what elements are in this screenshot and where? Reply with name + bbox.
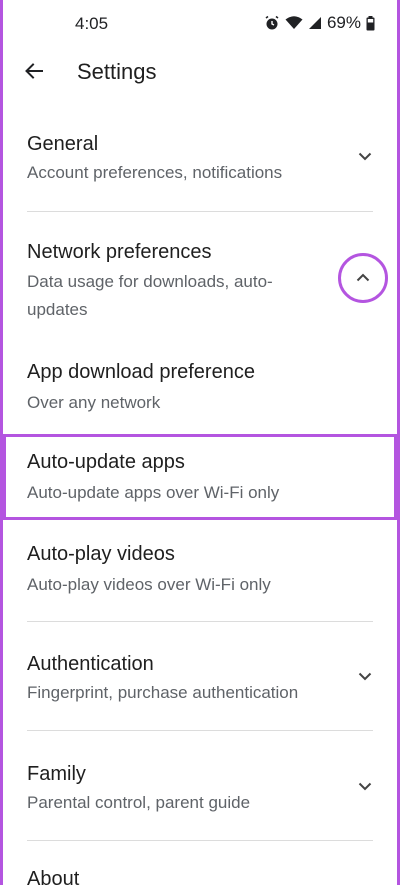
section-authentication[interactable]: Authentication Fingerprint, purchase aut… xyxy=(3,648,397,712)
setting-subtitle: Auto-update apps over Wi-Fi only xyxy=(27,483,280,502)
chevron-down-icon xyxy=(353,774,377,798)
section-about[interactable]: About xyxy=(3,866,397,885)
signal-icon xyxy=(308,16,322,30)
section-subtitle: Fingerprint, purchase authentication xyxy=(27,683,299,702)
setting-auto-play-videos[interactable]: Auto-play videos Auto-play videos over W… xyxy=(3,538,397,602)
status-icons: 69% xyxy=(264,13,375,33)
wifi-icon xyxy=(285,16,303,30)
chevron-down-icon xyxy=(353,144,377,168)
back-button[interactable] xyxy=(15,54,53,92)
chevron-up-button[interactable] xyxy=(338,253,388,303)
arrow-left-icon xyxy=(25,62,43,84)
chevron-up-icon xyxy=(356,269,370,287)
section-subtitle: Account preferences, notifications xyxy=(27,163,283,182)
app-bar: Settings xyxy=(3,50,397,96)
section-subtitle: Data usage for downloads, auto-updates xyxy=(27,272,273,319)
section-subtitle: Parental control, parent guide xyxy=(27,793,251,812)
page-title: Settings xyxy=(77,59,157,84)
section-title: Family xyxy=(27,763,86,785)
section-title: Network preferences xyxy=(27,241,212,263)
battery-text: 69% xyxy=(326,13,361,32)
setting-title: Auto-play videos xyxy=(27,543,175,565)
status-bar: 4:05 69% xyxy=(3,0,397,50)
battery-icon xyxy=(366,15,375,31)
setting-subtitle: Auto-play videos over Wi-Fi only xyxy=(27,575,271,594)
setting-auto-update-apps[interactable]: Auto-update apps Auto-update apps over W… xyxy=(3,446,397,510)
section-title: Authentication xyxy=(27,653,154,675)
divider xyxy=(27,211,373,212)
divider xyxy=(27,730,373,731)
setting-subtitle: Over any network xyxy=(27,393,161,412)
alarm-icon xyxy=(264,15,280,31)
section-title: General xyxy=(27,133,99,155)
divider xyxy=(27,621,373,622)
divider xyxy=(27,840,373,841)
setting-app-download-preference[interactable]: App download preference Over any network xyxy=(3,356,397,420)
setting-title: App download preference xyxy=(27,361,255,383)
status-time: 4:05 xyxy=(75,14,109,33)
section-general[interactable]: General Account preferences, notificatio… xyxy=(3,128,397,210)
section-family[interactable]: Family Parental control, parent guide xyxy=(3,758,397,822)
setting-title: Auto-update apps xyxy=(27,451,185,473)
chevron-down-icon xyxy=(353,664,377,688)
section-title: About xyxy=(27,868,80,885)
